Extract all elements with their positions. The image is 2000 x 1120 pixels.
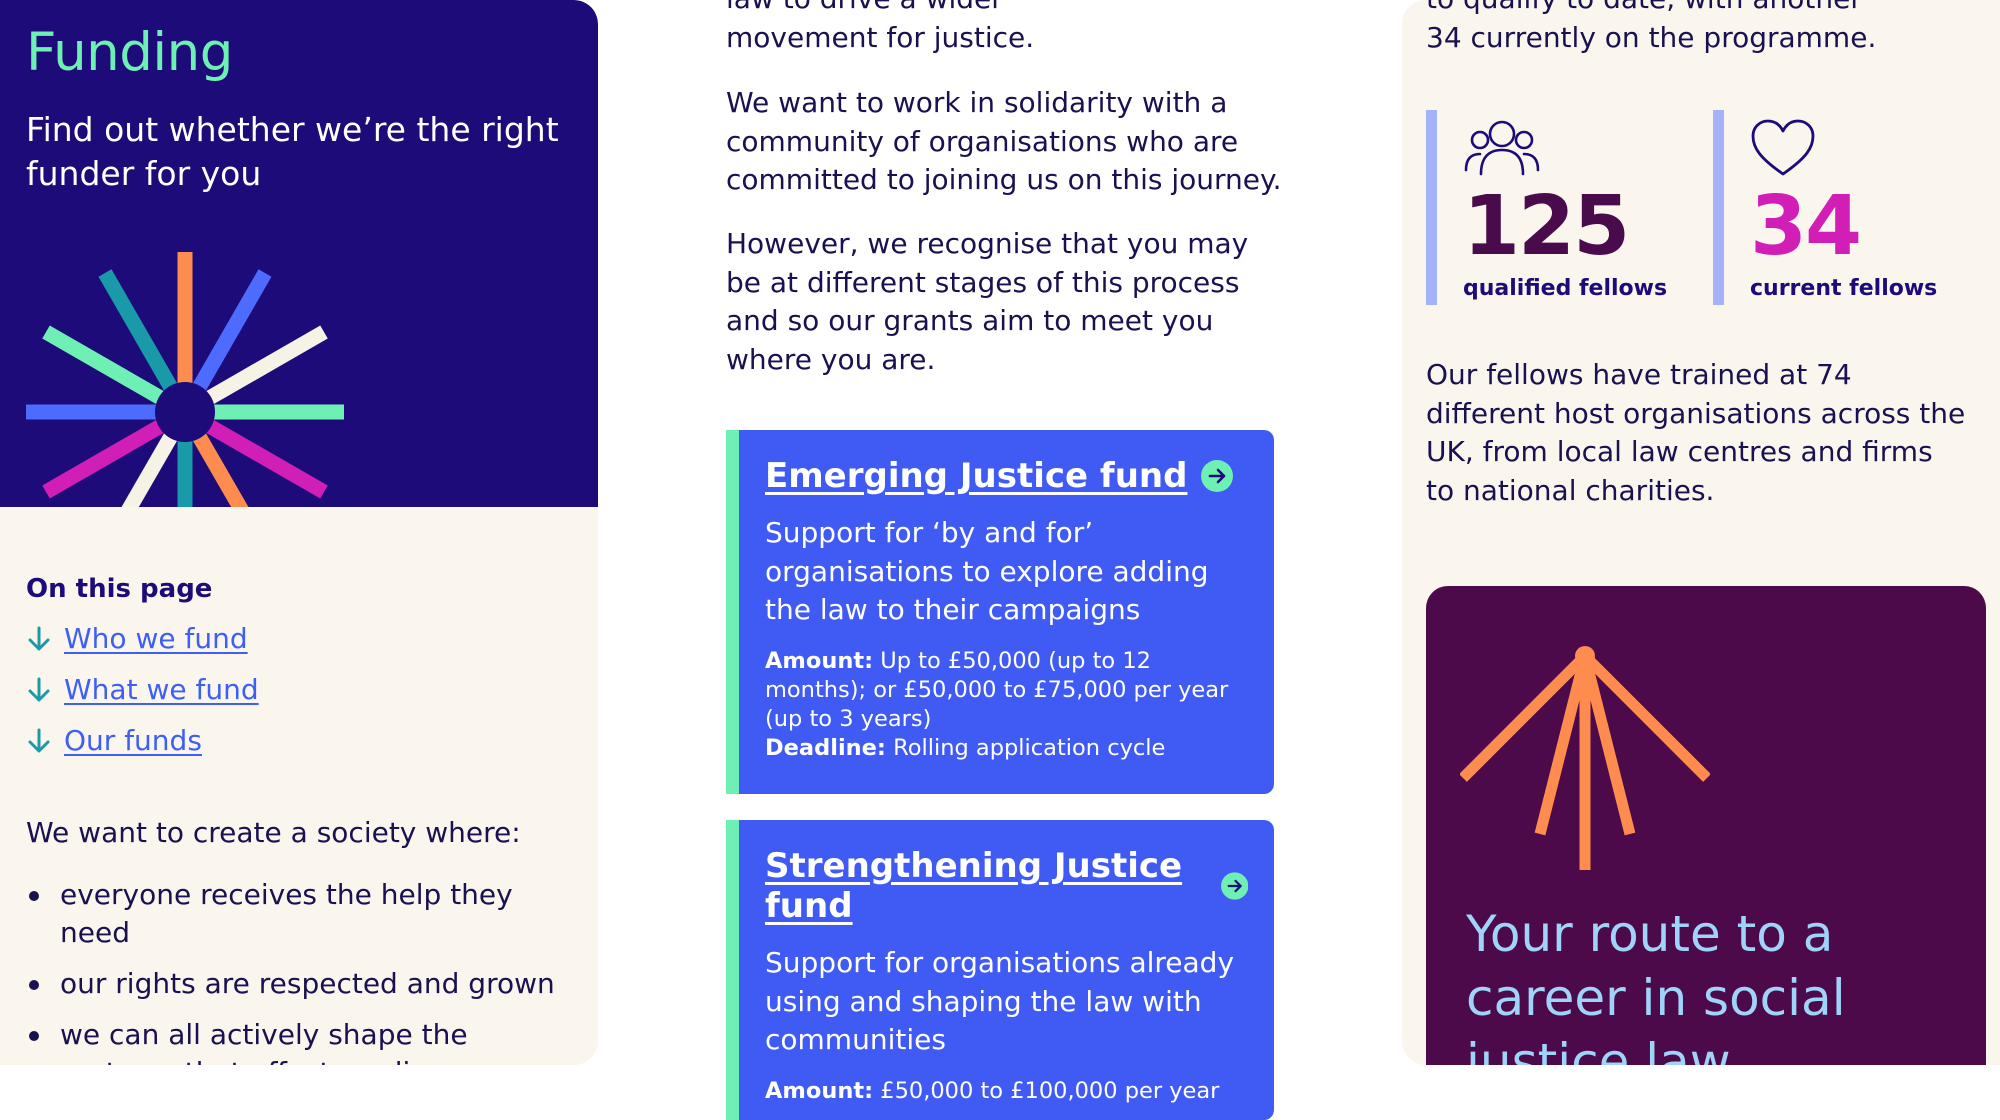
- mission-text-partial: law to drive a wider movement for justic…: [726, 0, 1035, 54]
- host-organisations-paragraph: Our fellows have trained at 74 different…: [1426, 358, 1966, 507]
- list-item: we can all actively shape the systems th…: [26, 1016, 586, 1065]
- arrow-down-icon: [28, 626, 50, 650]
- toc-link-label[interactable]: Our funds: [64, 724, 202, 757]
- list-item: everyone receives the help they need: [26, 876, 586, 952]
- fund-title[interactable]: Strengthening Justice fund: [765, 846, 1248, 926]
- deadline-label: Deadline:: [765, 734, 886, 761]
- strengthening-justice-fund-link[interactable]: Strengthening Justice fund: [765, 846, 1207, 926]
- amount-label: Amount:: [765, 647, 874, 674]
- stat-qualified-fellows: 125 qualified fellows: [1426, 110, 1676, 305]
- starburst-icon: [26, 252, 344, 507]
- heart-icon: [1751, 119, 1815, 176]
- amount-label: Amount:: [765, 1077, 874, 1104]
- fellowship-panel: to qualify to date, with another 34 curr…: [1402, 0, 2000, 1065]
- arrow-down-icon: [28, 677, 50, 701]
- strengthening-justice-fund-card[interactable]: Strengthening Justice fund Support for o…: [726, 820, 1274, 1120]
- fund-title[interactable]: Emerging Justice fund: [765, 456, 1248, 496]
- toc-link-what-we-fund[interactable]: What we fund: [26, 673, 259, 706]
- funding-hero: Funding Find out whether we’re the right…: [0, 0, 598, 507]
- society-list: everyone receives the help they need our…: [26, 876, 586, 1065]
- toc-link-our-funds[interactable]: Our funds: [26, 724, 202, 757]
- people-icon: [1464, 120, 1540, 176]
- fund-details: Amount: Up to £50,000 (up to 12 months);…: [765, 647, 1248, 763]
- fellowship-text-partial: to qualify to date, with another 34 curr…: [1426, 0, 1877, 54]
- emerging-justice-fund-card[interactable]: Emerging Justice fund Support for ‘by an…: [726, 430, 1274, 794]
- fund-description: Support for ‘by and for’ organisations t…: [765, 516, 1209, 626]
- stages-paragraph: However, we recognise that you may be at…: [726, 227, 1249, 376]
- fund-amount: £50,000 to £100,000 per year: [880, 1077, 1220, 1104]
- toc-link-label[interactable]: Who we fund: [64, 622, 248, 655]
- stat-current-fellows: 34 current fellows: [1713, 110, 1963, 305]
- arrow-down-icon: [28, 728, 50, 752]
- fund-deadline: Rolling application cycle: [893, 734, 1166, 761]
- promo-title[interactable]: Your route to a career in social justice…: [1466, 902, 1966, 1065]
- arrow-right-circle-icon[interactable]: [1201, 460, 1234, 492]
- fund-description: Support for organisations already using …: [765, 946, 1235, 1056]
- fund-details: Amount: £50,000 to £100,000 per year: [765, 1077, 1248, 1106]
- page-subtitle: Find out whether we’re the right funder …: [26, 110, 559, 193]
- toc-heading: On this page: [26, 574, 213, 604]
- career-promo-card[interactable]: Your route to a career in social justice…: [1426, 586, 1986, 1065]
- fan-arrow-icon: [1460, 646, 1710, 870]
- toc-link-who-we-fund[interactable]: Who we fund: [26, 622, 248, 655]
- solidarity-paragraph: We want to work in solidarity with a com…: [726, 86, 1282, 196]
- page-title: Funding: [26, 22, 233, 83]
- list-item: our rights are respected and grown: [26, 965, 586, 1003]
- society-intro: We want to create a society where:: [26, 816, 521, 849]
- arrow-right-circle-icon[interactable]: [1220, 870, 1248, 902]
- emerging-justice-fund-link[interactable]: Emerging Justice fund: [765, 456, 1187, 496]
- funding-panel: Funding Find out whether we’re the right…: [0, 0, 598, 1065]
- toc-link-label[interactable]: What we fund: [64, 673, 259, 706]
- stat-label: current fellows: [1750, 276, 1938, 301]
- stat-label: qualified fellows: [1463, 276, 1668, 301]
- stat-number: 125: [1463, 179, 1630, 274]
- stat-number: 34: [1750, 179, 1862, 274]
